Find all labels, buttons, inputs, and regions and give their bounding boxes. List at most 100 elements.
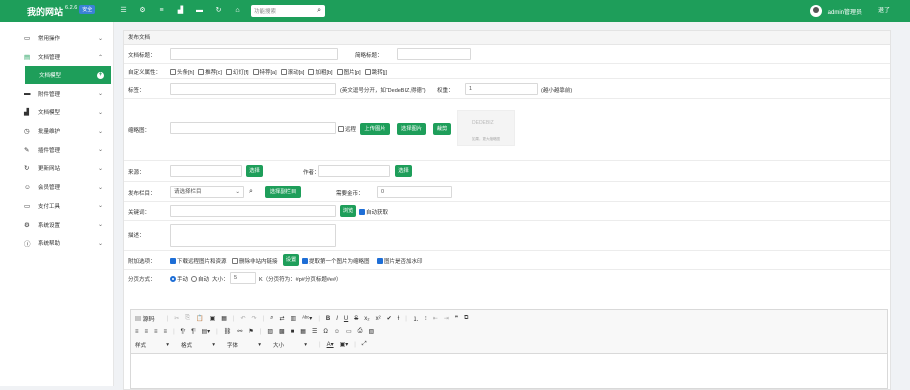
template-icon[interactable]: ▧ — [368, 328, 374, 335]
folder-icon[interactable]: ▬ — [190, 0, 209, 22]
search-icon[interactable]: ⌕ — [317, 5, 321, 17]
sidebar-item-plugins[interactable]: ✎ 插件管理 ⌄ — [0, 140, 113, 159]
attr-special-checkbox[interactable]: 特荐[a] — [252, 69, 277, 76]
format-select[interactable]: 格式 ▾ — [181, 341, 221, 349]
copy-icon[interactable]: ⎘ — [185, 315, 190, 322]
remove-links-checkbox[interactable]: 删除非站内链接 — [232, 257, 278, 265]
browse-button[interactable]: 浏览 — [340, 205, 356, 217]
sidebar-subitem-doc-model[interactable]: 文档模型 + — [25, 66, 111, 85]
maximize-icon[interactable]: ⤢ — [362, 341, 367, 348]
special-char-icon[interactable]: Ω — [323, 329, 328, 335]
size-select[interactable]: 大小 ▾ — [273, 341, 313, 349]
attr-scroll-checkbox[interactable]: 滚动[s] — [280, 69, 304, 76]
home-icon[interactable]: ⌂ — [228, 0, 247, 22]
logout-link[interactable]: 退了 — [878, 0, 890, 22]
attr-headline-checkbox[interactable]: 头条[h] — [170, 69, 194, 76]
find-icon[interactable]: ⌕ — [270, 315, 273, 322]
keywords-input[interactable] — [170, 205, 336, 217]
blockquote-icon[interactable]: ❞ — [455, 315, 458, 322]
menu-icon[interactable]: ☰ — [114, 0, 133, 22]
tags-input[interactable] — [170, 83, 336, 95]
plus-icon[interactable]: + — [97, 71, 104, 79]
refresh-icon[interactable]: ↻ — [209, 0, 228, 22]
choose-image-button[interactable]: 选择图片 — [397, 123, 426, 135]
spellcheck-icon[interactable]: ᴬᵇᶜ▾ — [302, 315, 312, 322]
sub-column-button[interactable]: 选择副栏目 — [265, 186, 301, 198]
redo-icon[interactable]: ↷ — [252, 315, 257, 322]
ltr-icon[interactable]: ¶ʳ — [181, 329, 186, 335]
first-image-thumb-checkbox[interactable]: 提取第一个图片为缩略图 — [302, 257, 370, 265]
sidebar-item-help[interactable]: ⓘ 系统帮助 ⌄ — [0, 234, 113, 253]
indent-icon[interactable]: ⇥ — [444, 315, 449, 322]
gold-input[interactable]: 0 — [377, 186, 452, 198]
strike-icon[interactable]: S — [354, 316, 358, 322]
sidebar-item-attachments[interactable]: ▬ 附件管理 ⌄ — [0, 84, 113, 103]
link-icon[interactable]: ⛓ — [224, 328, 232, 335]
auto-radio[interactable]: 自动 — [191, 275, 209, 283]
underline-icon[interactable]: U — [344, 316, 348, 322]
align-center-icon[interactable]: ≡ — [145, 329, 149, 335]
author-select-button[interactable]: 选择 — [395, 165, 412, 177]
subscript-icon[interactable]: x₂ — [364, 316, 369, 322]
style-select[interactable]: 样式 ▾ — [135, 341, 175, 349]
title-input[interactable] — [170, 48, 338, 60]
paste-text-icon[interactable]: ▣ — [210, 315, 216, 322]
sidebar-item-common[interactable]: ▭ 常用操作 ⌄ — [0, 29, 113, 48]
download-remote-checkbox[interactable]: 下载远程图片和资源 — [170, 257, 227, 265]
paste-word-icon[interactable]: ▦ — [221, 315, 227, 322]
site-logo[interactable]: 我的网站 6.2.6 安全 — [0, 4, 114, 18]
flash-icon[interactable]: ▩ — [279, 328, 285, 335]
horizontal-rule-icon[interactable]: ☰ — [312, 328, 317, 335]
align-justify-icon[interactable]: ≡ — [164, 329, 168, 335]
watermark-checkbox[interactable]: 图片是否加水印 — [377, 257, 423, 265]
settings-button[interactable]: 设置 — [283, 254, 299, 266]
emoji-icon[interactable]: ☺ — [334, 329, 340, 335]
copy-format-icon[interactable]: ✔ — [387, 315, 392, 322]
source-button[interactable]: ▤ 源码 — [135, 314, 161, 323]
page-break-icon[interactable]: ⎙ — [358, 328, 363, 335]
replace-icon[interactable]: ⇄ — [279, 315, 284, 322]
attr-jump-checkbox[interactable]: 跳转[j] — [364, 69, 387, 76]
search-input[interactable]: 功能搜索 ⌕ — [251, 5, 325, 17]
manual-radio[interactable]: 手动 — [170, 275, 188, 283]
source-input[interactable] — [170, 165, 242, 177]
weight-input[interactable]: 1 — [465, 83, 538, 95]
sidebar-item-documents[interactable]: ▤ 文档管理 ⌃ — [0, 48, 113, 67]
bullet-list-icon[interactable]: ⁝ — [425, 315, 427, 322]
remote-checkbox[interactable]: 远程 — [338, 125, 356, 133]
unlink-icon[interactable]: ⚯ — [237, 328, 242, 335]
author-input[interactable] — [318, 165, 390, 177]
numbered-list-icon[interactable]: ⒈ — [413, 314, 419, 323]
auto-get-checkbox[interactable]: 自动获取 — [359, 208, 388, 216]
page-size-input[interactable]: 5 — [230, 272, 256, 284]
image-icon[interactable]: ▨ — [267, 328, 273, 335]
list-icon[interactable]: ≡ — [152, 0, 171, 22]
user-menu[interactable]: admin管理员 — [809, 0, 862, 22]
thumb-input[interactable] — [170, 122, 336, 134]
sidebar-item-settings[interactable]: ⚙ 系统设置 ⌄ — [0, 215, 113, 234]
search-icon[interactable]: ⌕ — [249, 188, 253, 196]
attr-recommend-checkbox[interactable]: 推荐[c] — [198, 69, 222, 76]
cut-icon[interactable]: ✂ — [174, 315, 179, 322]
sidebar-item-batch[interactable]: ◷ 批量维护 ⌄ — [0, 122, 113, 141]
div-icon[interactable]: ⧉ — [464, 315, 468, 322]
font-select[interactable]: 字体 ▾ — [227, 341, 267, 349]
description-textarea[interactable] — [170, 224, 336, 247]
bg-color-icon[interactable]: ▣▾ — [340, 341, 349, 348]
sidebar-item-models[interactable]: ▟ 文档模型 ⌄ — [0, 103, 113, 122]
paste-icon[interactable]: 📋 — [196, 315, 203, 322]
align-left-icon[interactable]: ≡ — [135, 329, 139, 335]
attr-image-checkbox[interactable]: 图片[p] — [336, 69, 361, 76]
source-select-button[interactable]: 选择 — [246, 165, 263, 177]
italic-icon[interactable]: I — [336, 316, 338, 322]
iframe-icon[interactable]: ▭ — [346, 328, 352, 335]
sidebar-item-update[interactable]: ↻ 更新网站 ⌄ — [0, 159, 113, 178]
undo-icon[interactable]: ↶ — [240, 315, 245, 322]
superscript-icon[interactable]: x² — [376, 316, 381, 322]
editor-content-area[interactable] — [131, 354, 887, 388]
sidebar-item-members[interactable]: ☺ 会员管理 ⌄ — [0, 178, 113, 197]
column-select[interactable]: 请选择栏目 ⌄ — [170, 186, 244, 198]
text-color-icon[interactable]: A▾ — [327, 341, 334, 348]
upload-image-button[interactable]: 上传图片 — [360, 123, 390, 135]
outdent-icon[interactable]: ⇤ — [433, 315, 438, 322]
